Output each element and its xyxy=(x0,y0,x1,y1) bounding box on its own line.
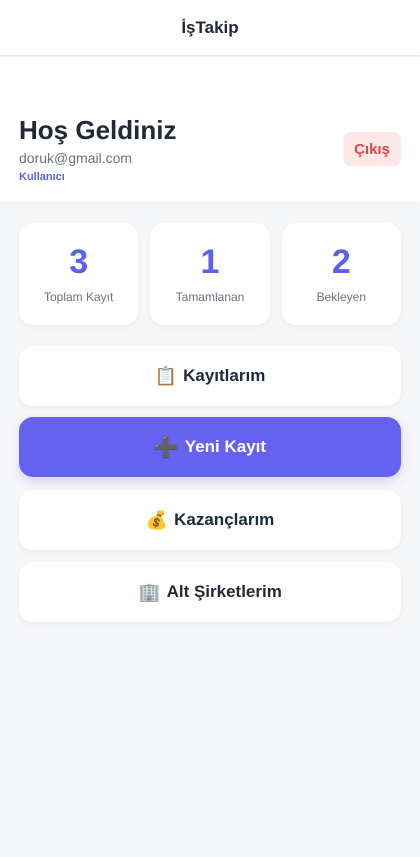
user-email: doruk@gmail.com xyxy=(19,150,133,166)
welcome-card: Hoş Geldiniz doruk@gmail.com Kullanıcı Ç… xyxy=(0,57,420,202)
my-earnings-label: Kazançlarım xyxy=(174,510,275,529)
my-subcompanies-label: Alt Şirketlerim xyxy=(166,582,282,601)
my-subcompanies-button[interactable]: 🏢 Alt Şirketlerim xyxy=(19,562,401,622)
stat-value: 3 xyxy=(69,243,89,281)
logout-button[interactable]: Çıkış xyxy=(343,132,401,166)
welcome-heading: Hoş Geldiniz xyxy=(19,115,177,145)
office-building-icon: 🏢 xyxy=(138,581,161,602)
my-earnings-button[interactable]: 💰 Kazançlarım xyxy=(19,490,401,550)
my-records-label: Kayıtlarım xyxy=(183,366,266,385)
top-bar: İşTakip xyxy=(0,0,420,56)
app-root: İşTakip Hoş Geldiniz doruk@gmail.com Kul… xyxy=(0,0,420,857)
new-record-label: Yeni Kayıt xyxy=(184,437,267,456)
stat-value: 1 xyxy=(200,243,220,281)
stat-completed: 1 Tamamlanan xyxy=(150,223,270,325)
my-records-button[interactable]: 📋 Kayıtlarım xyxy=(19,346,401,406)
stats-row: 3 Toplam Kayıt 1 Tamamlanan 2 Bekleyen xyxy=(19,223,401,325)
user-role: Kullanıcı xyxy=(19,171,65,183)
stat-value: 2 xyxy=(331,243,351,281)
app-title: İşTakip xyxy=(181,17,239,37)
stat-label: Tamamlanan xyxy=(175,290,245,304)
new-record-button[interactable]: ➕ Yeni Kayıt xyxy=(19,417,401,477)
stat-label: Toplam Kayıt xyxy=(43,290,114,304)
money-bag-icon: 💰 xyxy=(145,509,169,530)
stat-total-records: 3 Toplam Kayıt xyxy=(19,223,139,325)
stat-pending: 2 Bekleyen xyxy=(281,223,401,325)
clipboard-icon: 📋 xyxy=(154,365,178,386)
plus-icon: ➕ xyxy=(153,436,179,459)
stat-label: Bekleyen xyxy=(316,290,366,304)
